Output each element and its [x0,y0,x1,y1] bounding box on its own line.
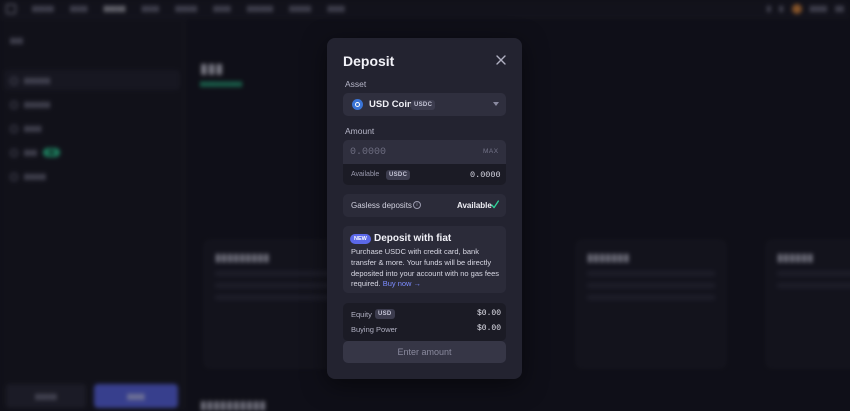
equity-value: $0.00 [477,309,502,318]
buying-power-value: $0.00 [477,324,502,333]
available-label: Available [351,171,380,178]
asset-name: USD Coin [369,99,413,110]
equity-label: Equity [351,310,372,319]
fiat-description-text: Purchase USDC with credit card, bank tra… [351,247,500,289]
check-icon [491,200,499,209]
fiat-description: Purchase USDC with credit card, bank tra… [351,247,503,290]
info-icon[interactable]: i [413,201,421,209]
amount-input[interactable] [343,140,506,164]
gasless-status: Available [457,201,492,210]
buying-power-label: Buying Power [351,325,398,334]
asset-ticker-tag: USDC [411,100,436,110]
chevron-down-icon[interactable] [493,102,499,106]
modal-title: Deposit [343,53,395,69]
available-ticker-tag: USDC [386,170,411,180]
asset-label: Asset [345,79,367,89]
equity-currency-tag: USD [375,309,395,319]
amount-label: Amount [345,126,375,136]
enter-amount-button[interactable]: Enter amount [343,341,506,363]
available-value: 0.0000 [470,170,501,180]
fiat-title: Deposit with fiat [374,233,452,244]
close-icon[interactable] [495,54,507,66]
usdc-coin-icon [352,99,363,110]
buy-now-link[interactable]: Buy now → [383,279,421,288]
gasless-label: Gasless deposits [351,201,412,210]
max-button[interactable]: MAX [483,148,499,155]
new-badge: NEW [350,234,371,244]
